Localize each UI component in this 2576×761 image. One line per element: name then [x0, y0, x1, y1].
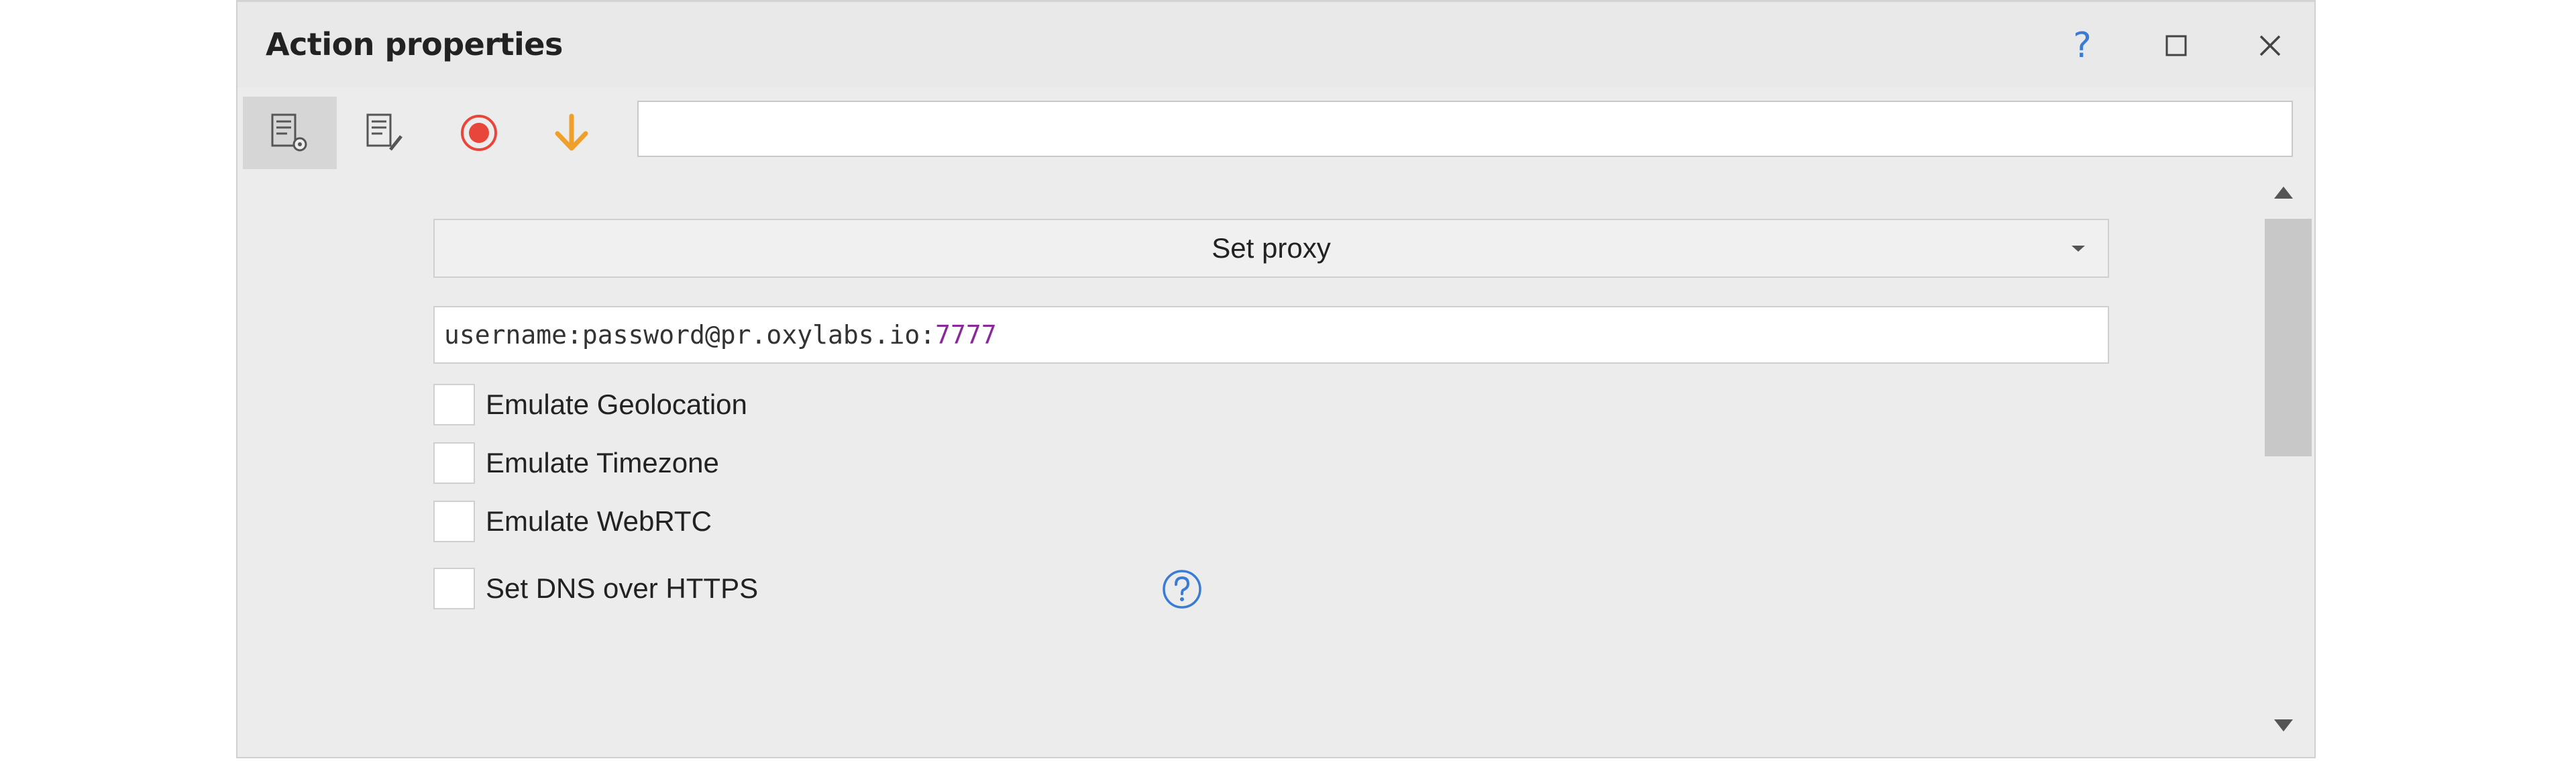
maximize-icon	[2165, 35, 2187, 56]
edit-properties-button[interactable]	[338, 97, 432, 169]
action-properties-window: Action properties ? Set proxy username:p…	[236, 0, 2316, 758]
scroll-down-arrow-icon[interactable]	[2274, 719, 2293, 731]
scrollbar-thumb[interactable]	[2265, 219, 2312, 456]
record-button[interactable]	[432, 97, 526, 169]
action-type-selected: Set proxy	[1212, 232, 1331, 264]
emulate-webrtc-label: Emulate WebRTC	[486, 505, 712, 537]
action-type-dropdown[interactable]: Set proxy	[433, 219, 2109, 278]
title-bar: Action properties ?	[237, 0, 2314, 87]
question-mark-icon: ?	[2073, 26, 2092, 66]
dns-help-button[interactable]	[1161, 568, 1203, 611]
vertical-scrollbar[interactable]	[2262, 169, 2313, 757]
toolbar	[237, 87, 2314, 169]
dns-over-https-label: Set DNS over HTTPS	[486, 572, 759, 604]
help-circle-icon	[1163, 570, 1201, 609]
document-settings-icon	[271, 113, 307, 152]
arrow-down-icon	[555, 113, 588, 151]
proxy-string-field[interactable]: username:password@pr.oxylabs.io: 7777	[433, 306, 2109, 364]
option-emulate-webrtc: Emulate WebRTC	[433, 499, 712, 544]
close-button[interactable]	[2243, 22, 2297, 69]
document-edit-icon	[366, 113, 402, 151]
emulate-timezone-label: Emulate Timezone	[486, 447, 719, 478]
window-title: Action properties	[266, 26, 563, 62]
proxy-port: 7777	[935, 320, 997, 350]
properties-panel: Set proxy username:password@pr.oxylabs.i…	[237, 169, 2262, 757]
option-emulate-geolocation: Emulate Geolocation	[433, 383, 747, 427]
record-icon	[461, 115, 497, 151]
scroll-up-arrow-icon[interactable]	[2274, 187, 2293, 199]
move-down-button[interactable]	[525, 97, 619, 169]
emulate-webrtc-checkbox[interactable]	[433, 501, 475, 542]
properties-settings-button[interactable]	[243, 97, 337, 169]
option-emulate-timezone: Emulate Timezone	[433, 441, 719, 485]
toolbar-text-input[interactable]	[637, 101, 2293, 157]
chevron-down-icon	[2072, 246, 2085, 252]
proxy-credentials-host: username:password@pr.oxylabs.io:	[444, 320, 936, 350]
option-dns-over-https: Set DNS over HTTPS	[433, 566, 758, 611]
help-button[interactable]: ?	[2055, 22, 2109, 69]
emulate-timezone-checkbox[interactable]	[433, 442, 475, 484]
close-icon	[2259, 35, 2281, 56]
maximize-button[interactable]	[2149, 22, 2203, 69]
emulate-geolocation-checkbox[interactable]	[433, 384, 475, 425]
dns-over-https-checkbox[interactable]	[433, 568, 475, 609]
emulate-geolocation-label: Emulate Geolocation	[486, 389, 747, 420]
